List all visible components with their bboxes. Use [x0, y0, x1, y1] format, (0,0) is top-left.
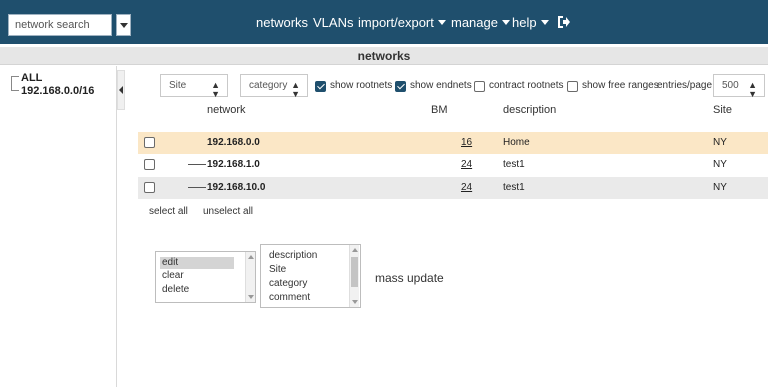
mass-field-option[interactable]: description — [269, 250, 317, 262]
bitmask-link[interactable]: 16 — [461, 137, 472, 148]
network-search: network search — [8, 14, 131, 36]
menu-vlans-label: VLANs — [313, 15, 354, 30]
menu-manage[interactable]: manage — [451, 14, 510, 32]
show-free-ranges-checkbox[interactable] — [567, 81, 578, 92]
site-select[interactable]: Site ▲ ▼ — [160, 74, 228, 99]
search-dropdown-button[interactable] — [116, 14, 131, 36]
description-cell: Home — [503, 137, 530, 148]
mass-field-option[interactable]: comment — [269, 292, 310, 304]
row-checkbox[interactable] — [144, 137, 155, 148]
column-header-bm[interactable]: BM — [431, 104, 448, 116]
menu-help[interactable]: help — [512, 14, 549, 32]
caret-down-icon — [437, 20, 446, 25]
select-all-link[interactable]: select all — [149, 206, 188, 217]
mass-action-option[interactable]: clear — [162, 270, 184, 282]
table-row[interactable]: 192.168.0.0 16 Home NY — [138, 132, 768, 154]
show-free-ranges-label: show free ranges — [582, 80, 659, 91]
row-checkbox[interactable] — [144, 182, 155, 193]
category-select[interactable]: category ▲ ▼ — [240, 74, 308, 99]
scroll-down-icon[interactable] — [352, 300, 358, 304]
column-header-network[interactable]: network — [207, 104, 246, 116]
menu-import-export-label: import/export — [358, 15, 434, 30]
page-title: networks — [0, 47, 768, 65]
network-cell-label: 192.168.1.0 — [207, 159, 260, 170]
scroll-up-icon[interactable] — [248, 255, 254, 259]
contract-rootnets-label: contract rootnets — [489, 80, 564, 91]
scroll-down-icon[interactable] — [248, 295, 254, 299]
tree-connector — [11, 90, 19, 91]
caret-down-icon — [540, 20, 549, 25]
contract-rootnets-checkbox[interactable] — [474, 81, 485, 92]
network-cell[interactable]: 192.168.0.0 — [207, 137, 260, 148]
mass-field-listbox[interactable]: description Site category comment — [260, 244, 361, 308]
mass-action-option[interactable]: edit — [160, 257, 234, 269]
tree-indent — [188, 187, 206, 188]
menu-manage-label: manage — [451, 15, 498, 30]
menu-help-label: help — [512, 15, 537, 30]
column-header-description[interactable]: description — [503, 104, 556, 116]
menu-vlans[interactable]: VLANs — [313, 14, 353, 32]
bitmask-link[interactable]: 24 — [461, 159, 472, 170]
sort-arrows-icon: ▲ ▼ — [211, 80, 220, 99]
top-navbar: network search networks VLANs import/exp… — [0, 0, 768, 44]
menu-import-export[interactable]: import/export — [358, 14, 446, 32]
category-select-value: category — [249, 80, 288, 91]
show-rootnets-label: show rootnets — [330, 80, 393, 91]
tree-indent — [188, 164, 206, 165]
entries-per-page-label: entries/page — [657, 80, 713, 91]
scrollbar[interactable] — [245, 252, 255, 302]
scrollbar[interactable] — [349, 245, 359, 307]
tree-item-network[interactable]: 192.168.0.0/16 — [21, 85, 94, 97]
description-cell: test1 — [503, 182, 525, 193]
mass-action-option[interactable]: delete — [162, 284, 189, 296]
network-cell-label: 192.168.10.0 — [207, 182, 266, 193]
site-cell: NY — [713, 159, 727, 170]
mass-field-option[interactable]: Site — [269, 264, 286, 276]
caret-down-icon — [120, 23, 128, 28]
mass-update-button[interactable]: mass update — [375, 271, 444, 285]
table-row[interactable]: 192.168.10.0 24 test1 NY — [138, 177, 768, 199]
show-rootnets-checkbox[interactable] — [315, 81, 326, 92]
scroll-up-icon[interactable] — [352, 248, 358, 252]
menu-networks-label: networks — [256, 15, 309, 30]
network-tree: ALL 192.168.0.0/16 — [0, 66, 117, 387]
tree-connector — [11, 76, 19, 77]
sign-out-icon[interactable] — [557, 14, 571, 30]
network-cell[interactable]: 192.168.10.0 — [188, 182, 265, 193]
column-header-site[interactable]: Site — [713, 104, 732, 116]
mass-action-listbox[interactable]: edit clear delete — [155, 251, 256, 303]
row-checkbox[interactable] — [144, 159, 155, 170]
caret-down-icon — [501, 20, 510, 25]
table-row[interactable]: 192.168.1.0 24 test1 NY — [138, 154, 768, 176]
sort-arrows-icon: ▲ ▼ — [291, 80, 300, 99]
mass-field-option[interactable]: category — [269, 278, 307, 290]
sidebar-collapse-handle[interactable] — [117, 70, 125, 110]
show-endnets-label: show endnets — [410, 80, 472, 91]
unselect-all-link[interactable]: unselect all — [203, 206, 253, 217]
caret-left-icon — [119, 86, 123, 94]
description-cell: test1 — [503, 159, 525, 170]
bitmask-link[interactable]: 24 — [461, 182, 472, 193]
app-root: network search networks VLANs import/exp… — [0, 0, 768, 387]
tree-connector — [11, 76, 12, 90]
entries-per-page-select[interactable]: 500 ▲ ▼ — [713, 74, 765, 99]
sort-arrows-icon: ▲ ▼ — [748, 80, 757, 99]
scrollbar-thumb[interactable] — [351, 257, 358, 287]
site-cell: NY — [713, 182, 727, 193]
entries-per-page-value: 500 — [722, 80, 739, 91]
site-select-value: Site — [169, 80, 187, 91]
network-cell[interactable]: 192.168.1.0 — [188, 159, 260, 170]
menu-networks[interactable]: networks — [256, 14, 308, 32]
site-cell: NY — [713, 137, 727, 148]
show-endnets-checkbox[interactable] — [395, 81, 406, 92]
tree-item-all[interactable]: ALL — [21, 72, 42, 84]
network-search-input[interactable]: network search — [8, 14, 112, 36]
